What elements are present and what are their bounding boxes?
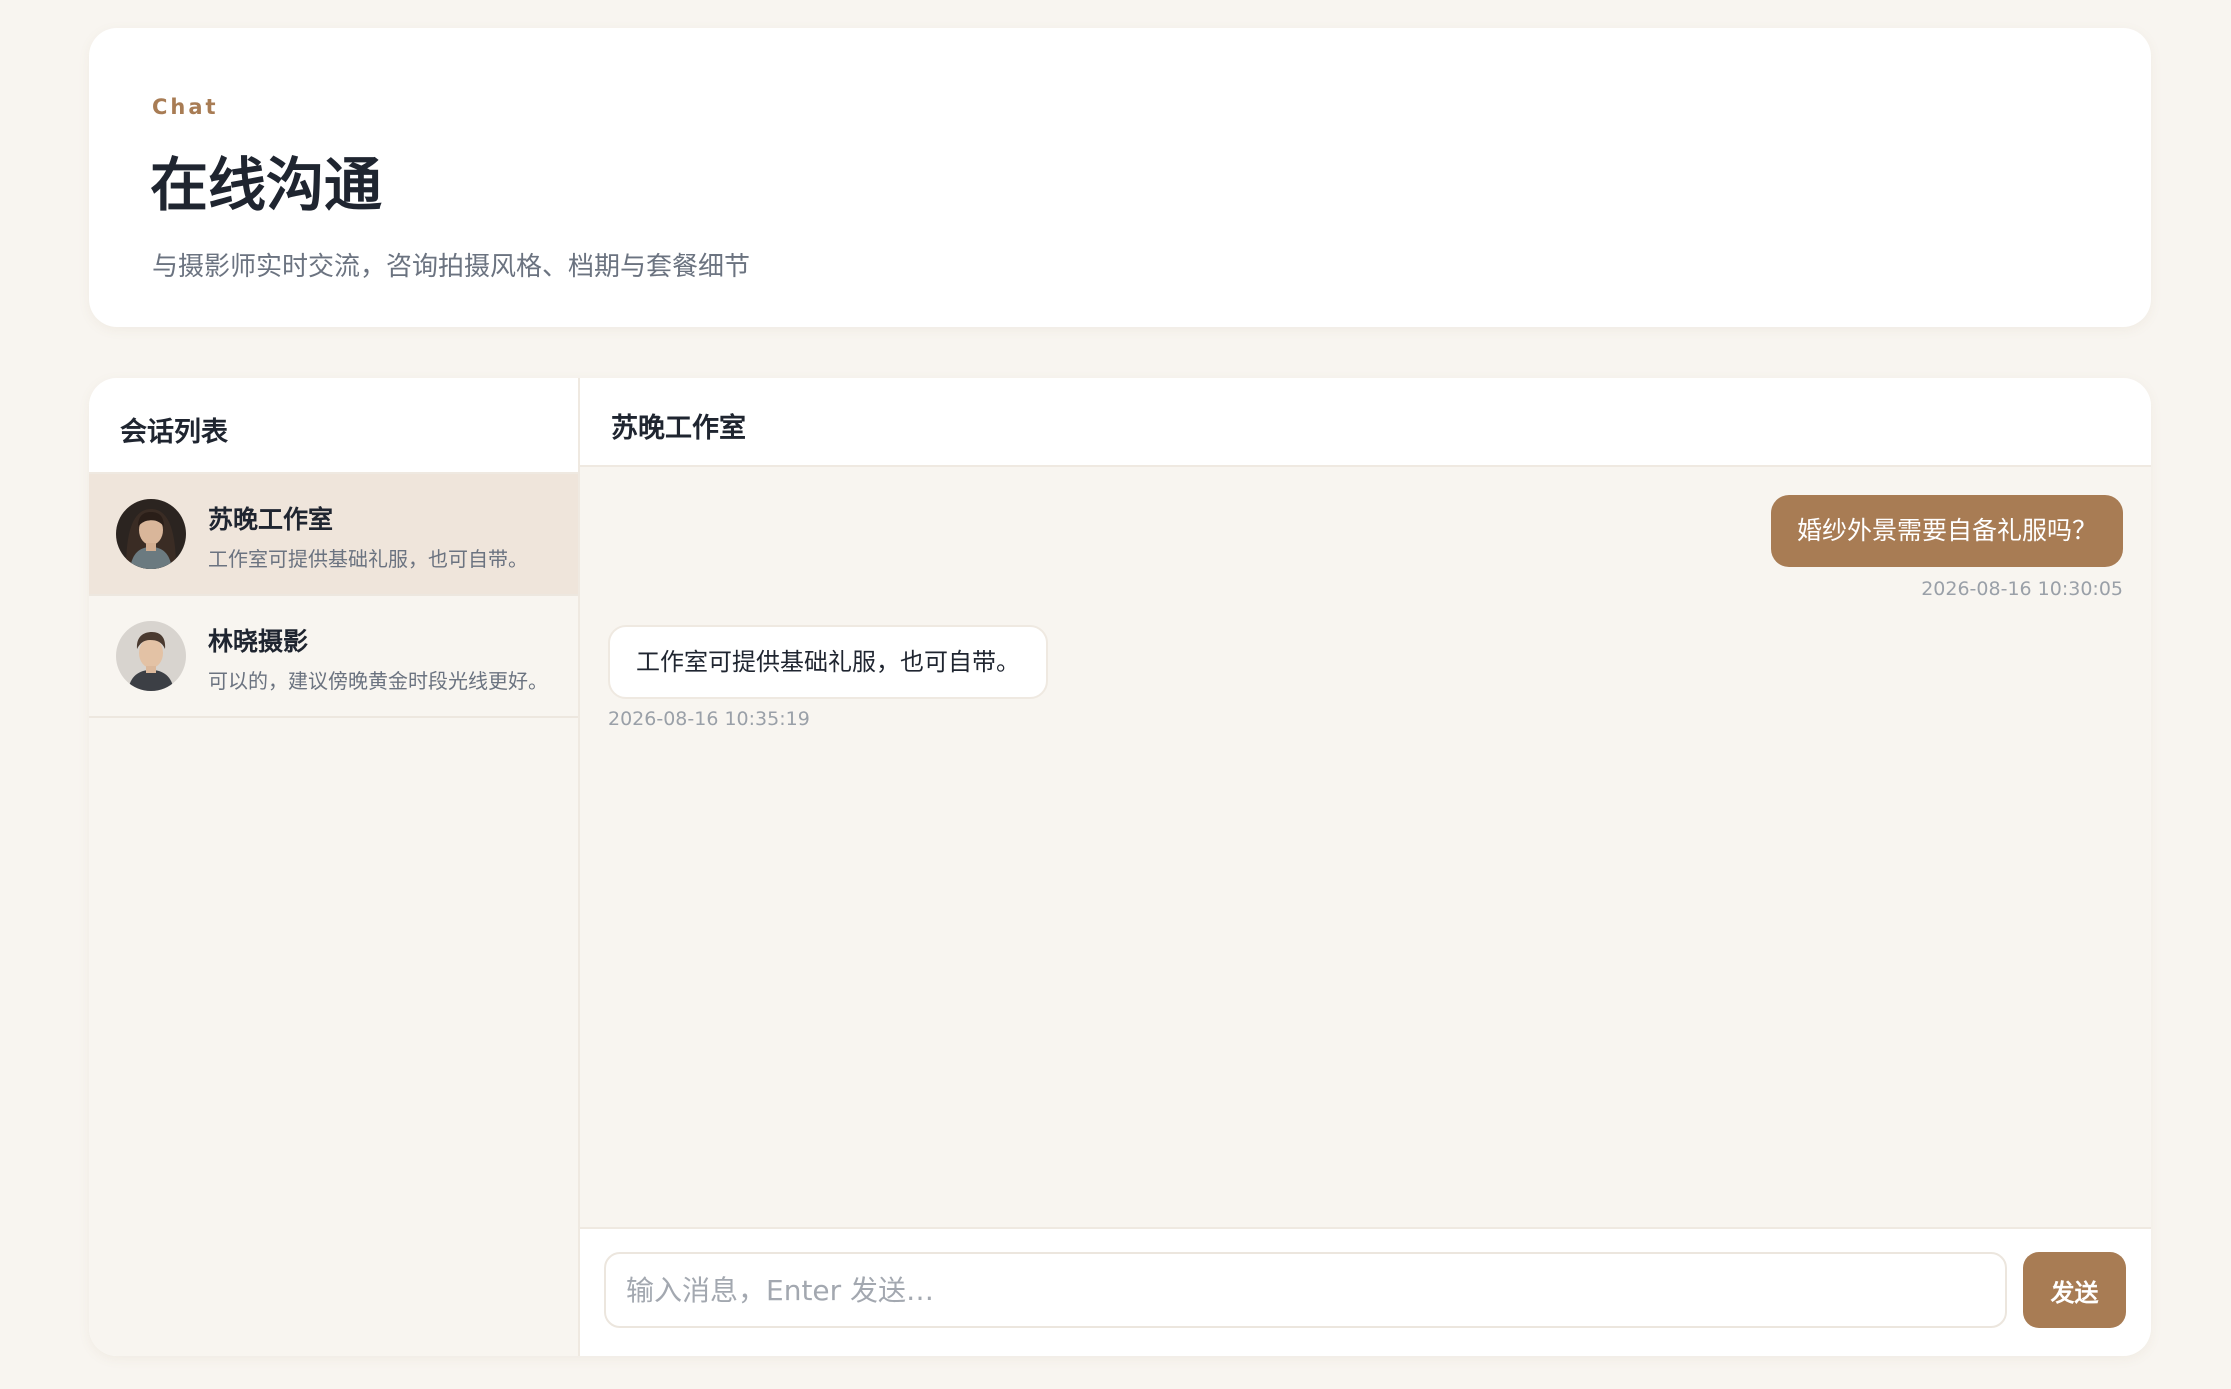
page-header-card: Chat 在线沟通 与摄影师实时交流，咨询拍摄风格、档期与套餐细节 (89, 28, 2151, 327)
incoming-message-bubble: 工作室可提供基础礼服，也可自带。 (608, 625, 1048, 699)
incoming-message-timestamp: 2026-08-16 10:35:19 (608, 708, 810, 730)
message-input[interactable] (604, 1252, 2007, 1328)
message-composer: 发送 (580, 1227, 2151, 1356)
conversation-preview: 工作室可提供基础礼服，也可自带。 (208, 547, 528, 571)
conversation-preview: 可以的，建议傍晚黄金时段光线更好。 (208, 669, 548, 693)
chat-main: 苏晚工作室 婚纱外景需要自备礼服吗？ 2026-08-16 10:30:05 工… (580, 378, 2151, 1356)
page-title: 在线沟通 (150, 151, 383, 219)
conversation-name: 林晓摄影 (208, 627, 309, 656)
chat-page: Chat 在线沟通 与摄影师实时交流，咨询拍摄风格、档期与套餐细节 会话列表 苏… (0, 0, 2231, 1389)
conversation-item-suwan-studio[interactable]: 苏晚工作室 工作室可提供基础礼服，也可自带。 (89, 474, 578, 596)
conversation-sidebar: 会话列表 苏晚工作室 工作室可提供基础礼服，也可自带。 林晓摄影 可以的，建议傍… (89, 378, 580, 1356)
send-button[interactable]: 发送 (2023, 1252, 2126, 1328)
conversation-name: 苏晚工作室 (208, 505, 334, 534)
conversation-list-title: 会话列表 (120, 417, 228, 448)
male-portrait-avatar (116, 621, 186, 691)
chat-title: 苏晚工作室 (611, 413, 746, 444)
chat-panel: 会话列表 苏晚工作室 工作室可提供基础礼服，也可自带。 林晓摄影 可以的，建议傍… (89, 378, 2151, 1356)
female-portrait-avatar (116, 499, 186, 569)
chat-header: 苏晚工作室 (580, 378, 2151, 467)
conversation-list-header: 会话列表 (89, 378, 578, 474)
outgoing-message-timestamp: 2026-08-16 10:30:05 (1921, 578, 2123, 600)
page-eyebrow: Chat (152, 95, 219, 119)
outgoing-message-bubble: 婚纱外景需要自备礼服吗？ (1770, 495, 2123, 567)
page-subtitle: 与摄影师实时交流，咨询拍摄风格、档期与套餐细节 (152, 252, 751, 282)
conversation-item-linxiao-photo[interactable]: 林晓摄影 可以的，建议傍晚黄金时段光线更好。 (89, 596, 578, 718)
